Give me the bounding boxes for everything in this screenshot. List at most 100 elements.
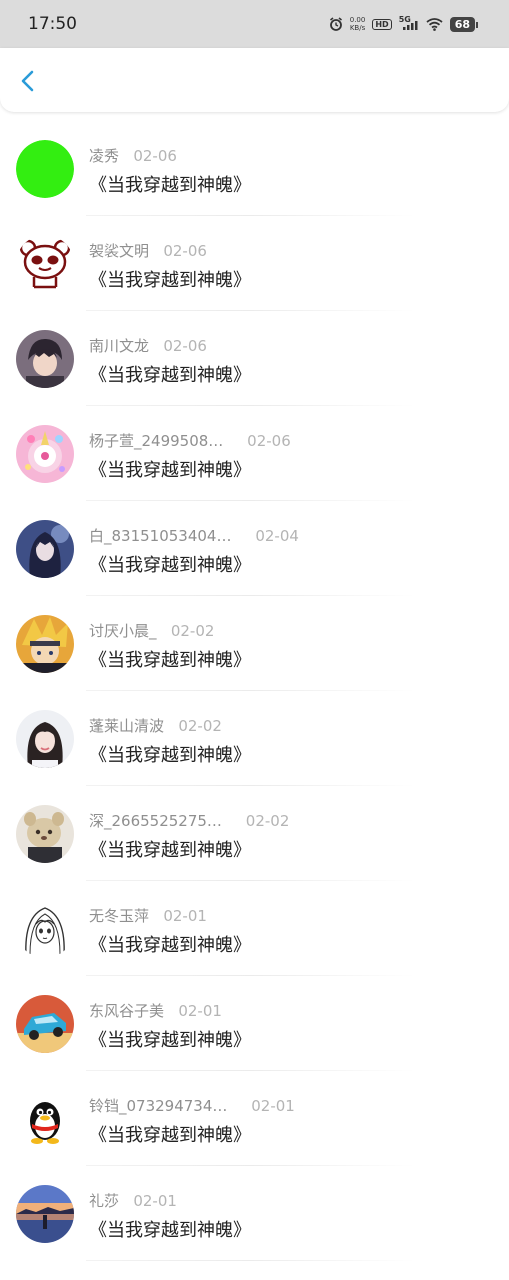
user-name[interactable]: 袈裟文明 <box>89 242 149 260</box>
avatar[interactable] <box>16 1185 74 1243</box>
list-item[interactable]: 蓬莱山清波 02-02 《当我穿越到神魄》 <box>0 690 509 786</box>
avatar[interactable] <box>16 140 74 198</box>
book-title[interactable]: 《当我穿越到神魄》 <box>89 456 251 482</box>
list-item[interactable]: 袈裟文明 02-06 《当我穿越到神魄》 <box>0 215 509 311</box>
user-name[interactable]: 礼莎 <box>89 1192 119 1210</box>
back-button[interactable] <box>14 66 42 96</box>
date: 02-01 <box>251 1097 295 1115</box>
user-list: 凌秀 02-06 《当我穿越到神魄》 袈裟文明 02-06 《当我穿越到神魄》 <box>0 120 509 1261</box>
user-name[interactable]: 南川文龙 <box>89 337 149 355</box>
avatar[interactable] <box>16 330 74 388</box>
book-title[interactable]: 《当我穿越到神魄》 <box>89 741 251 767</box>
date: 02-01 <box>163 907 207 925</box>
book-title[interactable]: 《当我穿越到神魄》 <box>89 646 251 672</box>
pink-unicorn-avatar-icon <box>16 425 74 483</box>
book-title[interactable]: 《当我穿越到神魄》 <box>89 361 251 387</box>
net-speed-value: 0.00 <box>349 16 366 24</box>
hd-icon: HD <box>372 18 392 30</box>
item-meta: 凌秀 02-06 <box>89 145 177 166</box>
anime-orange-avatar-icon <box>16 615 74 673</box>
green-circle-avatar-icon <box>16 140 74 198</box>
user-name[interactable]: 深_2665525275… <box>89 812 222 830</box>
avatar[interactable] <box>16 900 74 958</box>
list-item[interactable]: 东风谷子美 02-01 《当我穿越到神魄》 <box>0 975 509 1071</box>
date: 02-06 <box>163 242 207 260</box>
panda-cartoon-avatar-icon <box>16 235 74 293</box>
book-title[interactable]: 《当我穿越到神魄》 <box>89 836 251 862</box>
user-name[interactable]: 铃铛_073294734… <box>89 1097 227 1115</box>
user-name[interactable]: 凌秀 <box>89 147 119 165</box>
list-item[interactable]: 礼莎 02-01 《当我穿越到神魄》 <box>0 1165 509 1261</box>
avatar[interactable] <box>16 425 74 483</box>
avatar[interactable] <box>16 235 74 293</box>
item-meta: 礼莎 02-01 <box>89 1190 177 1211</box>
item-meta: 东风谷子美 02-01 <box>89 1000 222 1021</box>
book-title[interactable]: 《当我穿越到神魄》 <box>89 266 251 292</box>
date: 02-01 <box>178 1002 222 1020</box>
item-meta: 白_83151053404… 02-04 <box>89 525 299 546</box>
date: 02-01 <box>133 1192 177 1210</box>
avatar[interactable] <box>16 710 74 768</box>
signal-icon: 5G <box>399 15 419 31</box>
item-meta: 讨厌小晨_ 02-02 <box>89 620 214 641</box>
plush-toy-avatar-icon <box>16 805 74 863</box>
date: 02-02 <box>245 812 290 830</box>
list-item[interactable]: 铃铛_073294734… 02-01 《当我穿越到神魄》 <box>0 1070 509 1166</box>
net-speed: 0.00 KB/s <box>350 16 366 32</box>
avatar[interactable] <box>16 1090 74 1148</box>
sketch-girl-avatar-icon <box>16 900 74 958</box>
book-title[interactable]: 《当我穿越到神魄》 <box>89 931 251 957</box>
item-meta: 杨子萱_2499508… 02-06 <box>89 430 291 451</box>
list-item[interactable]: 讨厌小晨_ 02-02 《当我穿越到神魄》 <box>0 595 509 691</box>
item-meta: 蓬莱山清波 02-02 <box>89 715 222 736</box>
item-meta: 袈裟文明 02-06 <box>89 240 207 261</box>
date: 02-04 <box>255 527 299 545</box>
girl-photo-avatar-icon <box>16 710 74 768</box>
user-name[interactable]: 东风谷子美 <box>89 1002 164 1020</box>
list-item[interactable]: 凌秀 02-06 《当我穿越到神魄》 <box>0 120 509 216</box>
book-title[interactable]: 《当我穿越到神魄》 <box>89 551 251 577</box>
date: 02-06 <box>163 337 207 355</box>
avatar[interactable] <box>16 805 74 863</box>
list-item[interactable]: 无冬玉萍 02-01 《当我穿越到神魄》 <box>0 880 509 976</box>
divider <box>86 1260 416 1261</box>
date: 02-02 <box>170 622 215 640</box>
list-item[interactable]: 白_83151053404… 02-04 《当我穿越到神魄》 <box>0 500 509 596</box>
list-item[interactable]: 深_2665525275… 02-02 《当我穿越到神魄》 <box>0 785 509 881</box>
user-name[interactable]: 白_83151053404… <box>89 527 231 545</box>
wifi-icon <box>426 18 443 31</box>
anime-boy-avatar-icon <box>16 330 74 388</box>
date: 02-06 <box>133 147 177 165</box>
user-name[interactable]: 讨厌小晨_ <box>89 622 157 640</box>
user-name[interactable]: 杨子萱_2499508… <box>89 432 223 450</box>
book-title[interactable]: 《当我穿越到神魄》 <box>89 171 251 197</box>
list-item[interactable]: 杨子萱_2499508… 02-06 《当我穿越到神魄》 <box>0 405 509 501</box>
list-item[interactable]: 南川文龙 02-06 《当我穿越到神魄》 <box>0 310 509 406</box>
status-bar: 17:50 0.00 KB/s HD 5G 68 <box>0 0 509 48</box>
chevron-left-icon <box>21 70 34 92</box>
status-time: 17:50 <box>28 14 77 34</box>
blue-car-avatar-icon <box>16 995 74 1053</box>
sunset-lake-avatar-icon <box>16 1185 74 1243</box>
date: 02-02 <box>178 717 222 735</box>
date: 02-06 <box>247 432 291 450</box>
net-speed-unit: KB/s <box>349 24 366 32</box>
alarm-icon <box>329 17 342 31</box>
user-name[interactable]: 无冬玉萍 <box>89 907 149 925</box>
header-bar <box>0 48 509 112</box>
avatar[interactable] <box>16 520 74 578</box>
qq-penguin-avatar-icon <box>16 1090 74 1148</box>
battery-icon: 68 <box>449 16 479 32</box>
item-meta: 铃铛_073294734… 02-01 <box>89 1095 295 1116</box>
user-name[interactable]: 蓬莱山清波 <box>89 717 164 735</box>
book-title[interactable]: 《当我穿越到神魄》 <box>89 1121 251 1147</box>
book-title[interactable]: 《当我穿越到神魄》 <box>89 1026 251 1052</box>
item-meta: 南川文龙 02-06 <box>89 335 207 356</box>
item-meta: 深_2665525275… 02-02 <box>89 810 289 831</box>
anime-girl-blue-avatar-icon <box>16 520 74 578</box>
avatar[interactable] <box>16 995 74 1053</box>
item-meta: 无冬玉萍 02-01 <box>89 905 207 926</box>
book-title[interactable]: 《当我穿越到神魄》 <box>89 1216 251 1242</box>
status-icons: 0.00 KB/s HD 5G 68 <box>329 15 479 32</box>
avatar[interactable] <box>16 615 74 673</box>
